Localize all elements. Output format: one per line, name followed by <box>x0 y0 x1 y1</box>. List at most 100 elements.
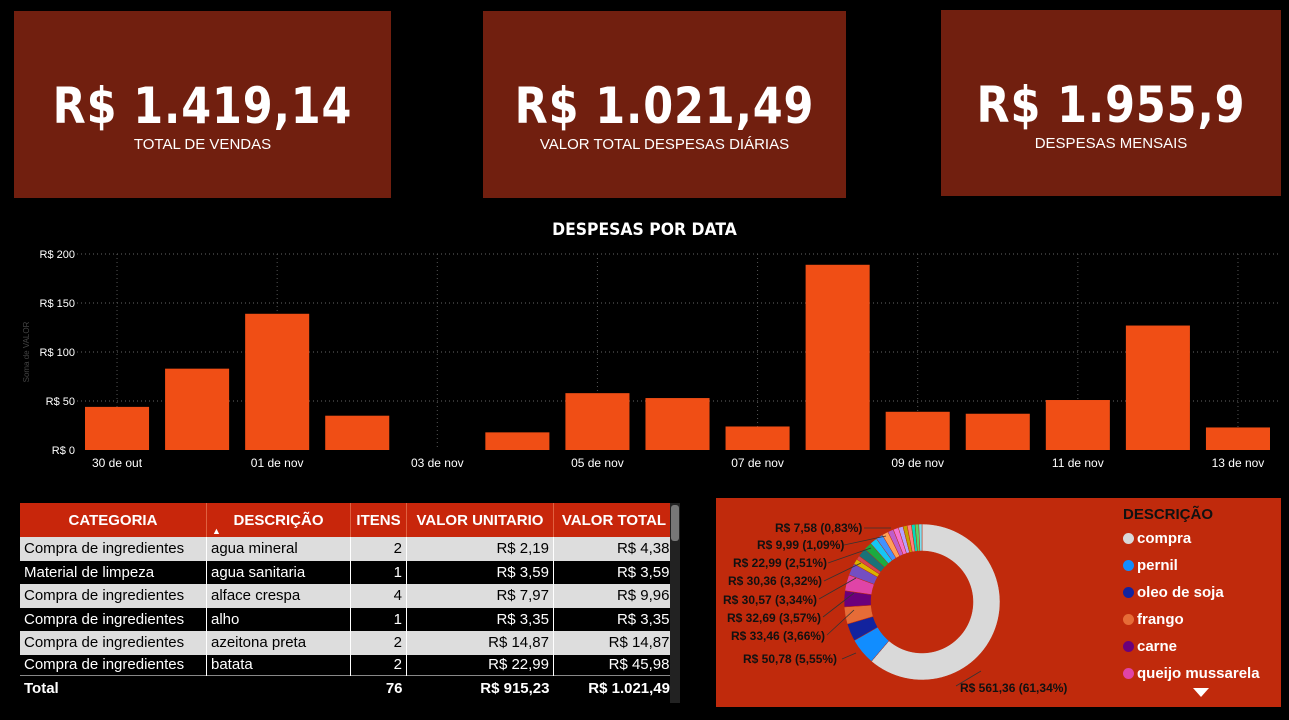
table-row[interactable]: Compra de ingredientes agua mineral 2 R$… <box>20 537 675 561</box>
bar[interactable] <box>85 406 150 450</box>
x-tick-label: 09 de nov <box>891 456 944 470</box>
table-row[interactable]: Material de limpeza agua sanitaria 1 R$ … <box>20 560 675 584</box>
cell-valor-total: R$ 9,96 <box>553 584 675 608</box>
column-header-categoria[interactable]: CATEGORIA <box>20 503 207 537</box>
legend-item-carne[interactable]: carne <box>1123 638 1177 655</box>
cell-valor-unitario: R$ 2,19 <box>406 537 554 561</box>
legend-item-compra[interactable]: compra <box>1123 530 1191 547</box>
cell-valor-total: R$ 45,98 <box>553 654 675 675</box>
total-label: Total <box>20 674 207 702</box>
table-total-row: Total 76 R$ 915,23 R$ 1.021,49 <box>20 674 674 702</box>
total-itens: 76 <box>350 674 407 702</box>
column-header-itens[interactable]: ITENS <box>350 503 407 537</box>
legend-item-queijo-mussarela[interactable]: queijo mussarela <box>1123 665 1260 682</box>
legend-dot-icon <box>1123 560 1134 571</box>
cell-valor-unitario: R$ 3,59 <box>406 560 554 584</box>
donut-data-label: R$ 561,36 (61,34%) <box>960 681 1068 695</box>
table-row[interactable]: Compra de ingredientes alface crespa 4 R… <box>20 584 675 608</box>
kpi-value: R$ 1.419,14 <box>52 77 353 135</box>
despesas-table[interactable]: CATEGORIA ▲ DESCRIÇÃO ITENS VALOR UNITAR… <box>20 503 680 708</box>
bar[interactable] <box>725 426 790 450</box>
x-tick-label: 13 de nov <box>1212 456 1265 470</box>
donut-data-label: R$ 50,78 (5,55%) <box>743 652 838 666</box>
x-tick-label: 01 de nov <box>251 456 304 470</box>
y-axis-label: Soma de VALOR <box>22 321 31 382</box>
y-tick-label: R$ 0 <box>52 445 75 457</box>
cell-itens: 4 <box>350 584 407 608</box>
table-row[interactable]: Compra de ingredientes azeitona preta 2 … <box>20 631 675 655</box>
bar[interactable] <box>805 264 870 450</box>
kpi-label: TOTAL DE VENDAS <box>133 136 272 153</box>
legend-dot-icon <box>1123 614 1134 625</box>
total-valor-total: R$ 1.021,49 <box>553 674 674 702</box>
legend-item-oleo-de-soja[interactable]: oleo de soja <box>1123 584 1224 601</box>
sort-ascending-icon[interactable]: ▲ <box>212 526 221 536</box>
legend-dot-icon <box>1123 668 1134 679</box>
legend-dot-icon <box>1123 641 1134 652</box>
bar[interactable] <box>325 415 390 450</box>
kpi-total-vendas: R$ 1.419,14 TOTAL DE VENDAS <box>14 11 391 198</box>
cell-valor-unitario: R$ 22,99 <box>406 654 554 675</box>
table-row[interactable]: Compra de ingredientes batata 2 R$ 22,99… <box>20 654 675 675</box>
kpi-label: VALOR TOTAL DESPESAS DIÁRIAS <box>539 136 790 153</box>
cell-categoria: Compra de ingredientes <box>20 654 207 675</box>
cell-categoria: Compra de ingredientes <box>20 584 207 608</box>
column-header-valor-unitario[interactable]: VALOR UNITARIO <box>406 503 554 537</box>
leader-line <box>841 652 857 660</box>
chart-title: DESPESAS POR DATA <box>552 220 737 240</box>
x-tick-label: 03 de nov <box>411 456 464 470</box>
legend-dot-icon <box>1123 587 1134 598</box>
x-tick-label: 30 de out <box>92 456 143 470</box>
kpi-label: DESPESAS MENSAIS <box>1034 135 1188 152</box>
legend-dot-icon <box>1123 533 1134 544</box>
kpi-despesas-mensais: R$ 1.955,9 DESPESAS MENSAIS <box>941 10 1281 196</box>
donut-data-label: R$ 30,36 (3,32%) <box>728 574 823 588</box>
bar[interactable] <box>245 313 310 450</box>
donut-data-label: R$ 33,46 (3,66%) <box>731 629 826 643</box>
cell-itens: 1 <box>350 607 407 631</box>
cell-itens: 1 <box>350 560 407 584</box>
total-empty <box>206 674 351 702</box>
bar[interactable] <box>565 393 630 450</box>
bar[interactable] <box>965 413 1030 450</box>
table-header-row: CATEGORIA ▲ DESCRIÇÃO ITENS VALOR UNITAR… <box>20 503 674 537</box>
column-header-valor-total[interactable]: VALOR TOTAL <box>553 503 674 537</box>
kpi-despesas-diarias: R$ 1.021,49 VALOR TOTAL DESPESAS DIÁRIAS <box>483 11 846 198</box>
y-tick-label: R$ 100 <box>40 347 75 359</box>
cell-categoria: Material de limpeza <box>20 560 207 584</box>
cell-itens: 2 <box>350 654 407 675</box>
bar[interactable] <box>485 432 550 450</box>
cell-valor-unitario: R$ 14,87 <box>406 631 554 655</box>
despesas-bar-chart[interactable]: R$ 0 R$ 50 R$ 100 R$ 150 R$ 200 Soma de VALOR… <box>0 240 1289 475</box>
legend-item-pernil[interactable]: pernil <box>1123 557 1178 574</box>
legend-scroll-down-icon[interactable] <box>1193 688 1209 697</box>
column-header-descricao[interactable]: ▲ DESCRIÇÃO <box>206 503 351 537</box>
table-row[interactable]: Compra de ingredientes alho 1 R$ 3,35 R$… <box>20 607 675 631</box>
cell-descricao: azeitona preta <box>206 631 351 655</box>
bar[interactable] <box>1125 325 1190 450</box>
legend-item-frango[interactable]: frango <box>1123 611 1184 628</box>
cell-valor-total: R$ 3,35 <box>553 607 675 631</box>
cell-categoria: Compra de ingredientes <box>20 607 207 631</box>
donut-data-label: R$ 30,57 (3,34%) <box>723 593 818 607</box>
donut-data-label: R$ 22,99 (2,51%) <box>733 556 828 570</box>
table-scrollbar[interactable] <box>670 503 680 703</box>
bar[interactable] <box>1045 400 1110 450</box>
x-tick-label: 07 de nov <box>731 456 784 470</box>
bar[interactable] <box>885 411 950 450</box>
cell-valor-total: R$ 3,59 <box>553 560 675 584</box>
y-tick-label: R$ 50 <box>46 396 75 408</box>
donut-data-label: R$ 9,99 (1,09%) <box>757 538 845 552</box>
total-valor-unitario: R$ 915,23 <box>406 674 554 702</box>
x-tick-label: 05 de nov <box>571 456 624 470</box>
cell-categoria: Compra de ingredientes <box>20 537 207 561</box>
bar[interactable] <box>165 368 230 450</box>
cell-itens: 2 <box>350 537 407 561</box>
y-tick-label: R$ 200 <box>40 249 75 261</box>
x-tick-label: 11 de nov <box>1052 456 1104 470</box>
bar[interactable] <box>645 398 710 450</box>
bar[interactable] <box>1205 427 1270 450</box>
scrollbar-thumb[interactable] <box>671 505 679 541</box>
legend-title: DESCRIÇÃO <box>1123 506 1214 523</box>
cell-valor-unitario: R$ 7,97 <box>406 584 554 608</box>
